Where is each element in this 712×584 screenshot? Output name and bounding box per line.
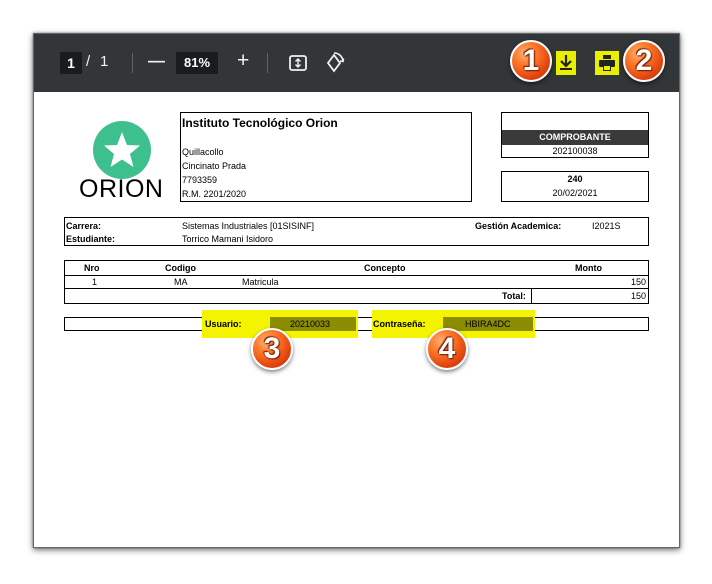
usuario-label: Usuario: xyxy=(205,319,242,329)
toolbar-divider xyxy=(267,53,268,73)
zoom-in-button[interactable]: + xyxy=(237,49,249,73)
institution-rm: R.M. 2201/2020 xyxy=(182,189,247,199)
page-number-input[interactable]: 1 xyxy=(60,52,82,74)
star-logo-icon xyxy=(92,120,152,180)
table-header-nro: Nro xyxy=(84,263,100,273)
institution-city: Quillacollo xyxy=(182,147,224,157)
estudiante-label: Estudiante: xyxy=(66,234,116,244)
table-header-concepto: Concepto xyxy=(364,263,406,273)
table-cell-codigo: MA xyxy=(174,277,188,287)
table-cell-nro: 1 xyxy=(92,277,98,287)
institution-phone: 7793359 xyxy=(182,175,218,185)
pdf-toolbar: 1 / 1 — 81% + xyxy=(34,34,679,92)
usuario-value: 20210033 xyxy=(290,319,331,329)
gestion-value: I2021S xyxy=(592,221,621,231)
concept-table xyxy=(64,260,649,304)
table-header-monto: Monto xyxy=(575,263,602,273)
download-icon[interactable] xyxy=(557,53,575,73)
carrera-label: Carrera: xyxy=(66,221,102,231)
carrera-value: Sistemas Industriales [01SISINF] xyxy=(182,221,315,231)
receipt-number: 202100038 xyxy=(552,146,598,156)
institution-name: Instituto Tecnológico Orion xyxy=(182,116,338,130)
receipt-code: 240 xyxy=(567,174,583,184)
logo-text: ORION xyxy=(79,175,164,203)
fit-page-icon[interactable] xyxy=(288,53,308,73)
receipt-header: COMPROBANTE xyxy=(539,132,611,142)
annotation-badge-3: 3 xyxy=(251,328,293,370)
total-label: Total: xyxy=(502,291,526,301)
table-cell-monto: 150 xyxy=(630,277,646,287)
toolbar-divider xyxy=(132,53,133,73)
table-header-codigo: Codigo xyxy=(165,263,196,273)
contrasena-value: HBIRA4DC xyxy=(465,319,511,329)
pdf-page: ORION Instituto Tecnológico Orion Quilla… xyxy=(34,92,679,547)
annotation-badge-4: 4 xyxy=(426,328,468,370)
page-total: 1 xyxy=(100,53,109,70)
table-body-divider xyxy=(64,288,649,289)
estudiante-value: Torrico Mamani Isidoro xyxy=(182,234,274,244)
institution-street: Cincinato Prada xyxy=(182,161,247,171)
table-header-divider xyxy=(64,275,649,276)
annotation-badge-1: 1 xyxy=(510,40,552,82)
table-cell-concepto: Matricula xyxy=(242,277,279,287)
print-icon[interactable] xyxy=(597,53,617,73)
page-separator: / xyxy=(86,53,91,70)
total-divider xyxy=(531,289,532,304)
total-value: 150 xyxy=(630,291,646,301)
zoom-out-button[interactable]: — xyxy=(148,51,165,71)
student-info-box xyxy=(64,217,649,246)
contrasena-label: Contraseña: xyxy=(373,319,426,329)
receipt-date: 20/02/2021 xyxy=(552,188,598,198)
rotate-icon[interactable] xyxy=(323,52,345,74)
pdf-viewer-window: 1 / 1 — 81% + ORION Instituto Tecnológic… xyxy=(33,33,680,548)
gestion-label: Gestión Academica: xyxy=(475,221,562,231)
annotation-badge-2: 2 xyxy=(623,40,665,82)
zoom-level-input[interactable]: 81% xyxy=(176,52,218,74)
